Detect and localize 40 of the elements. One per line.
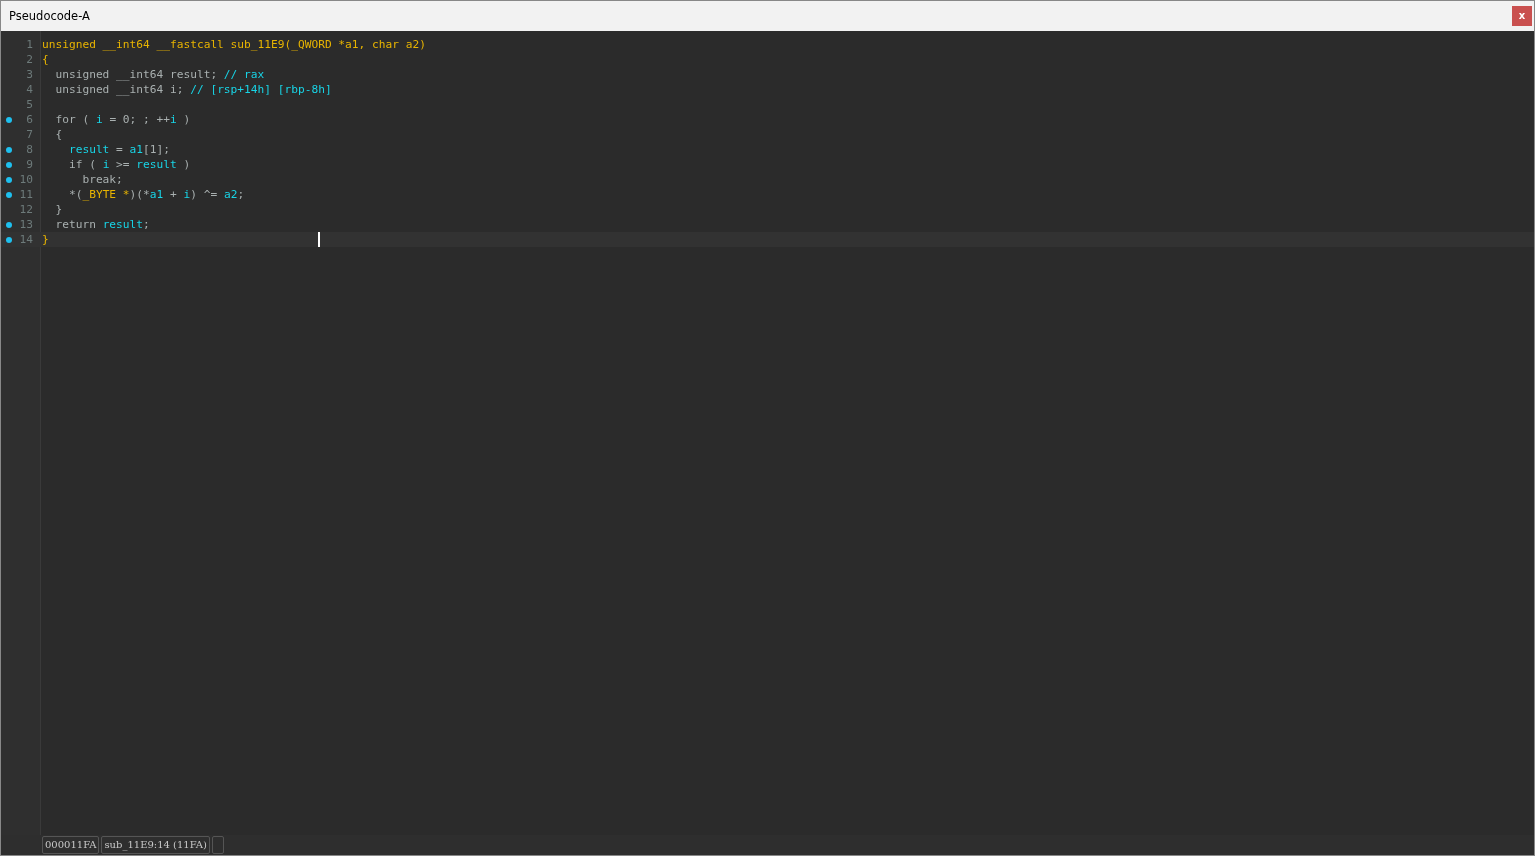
breakpoint-dot-icon[interactable]: [6, 221, 12, 228]
line-number: 5: [26, 97, 33, 112]
code-line: unsigned __int64 result; // rax: [54, 67, 265, 82]
code-line: break;: [81, 172, 123, 187]
line-number: 4: [26, 82, 33, 97]
code-line: *(_BYTE *)(*a1 + i) ^= a2;: [67, 187, 245, 202]
breakpoint-dot-icon[interactable]: [6, 236, 12, 243]
empty-status-field: [211, 836, 224, 854]
line-number: 2: [26, 52, 33, 67]
code-line: unsigned __int64 __fastcall sub_11E9(_QWORD *a1, char a2): [42, 37, 426, 52]
line-number: 3: [26, 67, 33, 82]
line-number: 7: [26, 127, 33, 142]
line-number: 13: [19, 217, 33, 232]
code-line: }: [54, 202, 63, 217]
window-title: Pseudocode-A: [9, 9, 90, 23]
line-number: 6: [26, 112, 33, 127]
breakpoint-dot-icon[interactable]: [6, 116, 12, 123]
breakpoint-dot-icon[interactable]: [6, 191, 12, 198]
text-cursor: [318, 232, 320, 247]
line-number: 14: [19, 232, 33, 247]
address-field: 000011FA: [42, 836, 100, 854]
code-line: unsigned __int64 i; // [rsp+14h] [rbp-8h]: [54, 82, 332, 97]
line-number: 9: [26, 157, 33, 172]
line-number: 1: [26, 37, 33, 52]
code-line: result = a1[1];: [67, 142, 170, 157]
breakpoint-dot-icon[interactable]: [6, 146, 12, 153]
code-line: return result;: [54, 217, 150, 232]
code-line: {: [54, 127, 63, 142]
line-number: 8: [26, 142, 33, 157]
code-line: if ( i >= result ): [67, 157, 191, 172]
code-line: for ( i = 0; ; ++i ): [54, 112, 191, 127]
line-number: 10: [19, 172, 33, 187]
breakpoint-dot-icon[interactable]: [6, 176, 12, 183]
breakpoint-dot-icon[interactable]: [6, 161, 12, 168]
location-field: sub_11E9:14 (11FA): [101, 836, 210, 854]
close-button[interactable]: x: [1512, 6, 1532, 26]
code-line: }: [42, 232, 49, 247]
line-number: 12: [19, 202, 33, 217]
line-number: 11: [19, 187, 33, 202]
code-line: {: [42, 52, 49, 67]
